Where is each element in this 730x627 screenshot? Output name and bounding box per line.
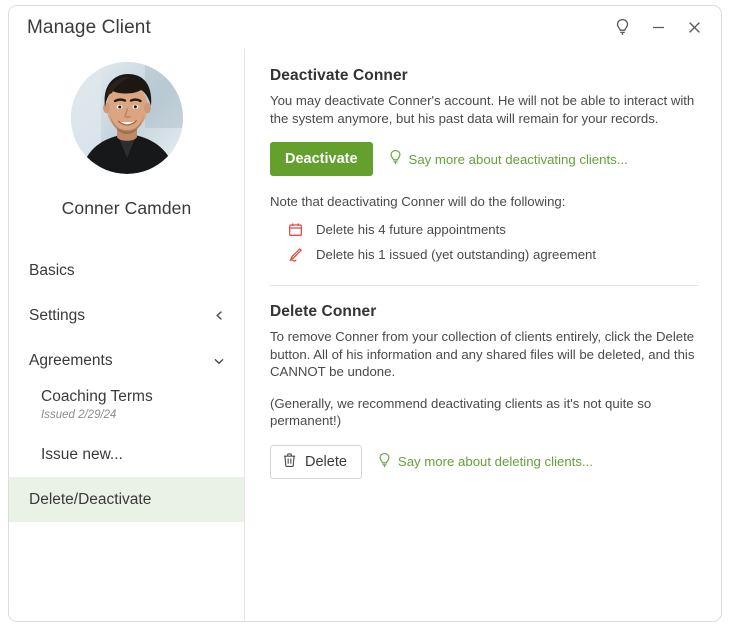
- sidebar-item-label: Settings: [29, 306, 86, 324]
- delete-description: To remove Conner from your collection of…: [270, 329, 695, 379]
- sidebar-item-label: Issue new...: [41, 446, 123, 463]
- sidebar-item-label: Delete/Deactivate: [29, 490, 152, 508]
- content-panel: Deactivate Conner You may deactivate Con…: [245, 49, 721, 621]
- deactivate-hint-link[interactable]: Say more about deactivating clients...: [388, 149, 628, 169]
- effect-text: Delete his 4 future appointments: [316, 222, 506, 237]
- client-identity: Conner Camden: [9, 49, 244, 219]
- sidebar-item-agreements[interactable]: Agreements: [9, 338, 244, 383]
- delete-section: Delete Conner To remove Conner from your…: [245, 286, 721, 479]
- window-title: Manage Client: [27, 16, 151, 38]
- sidebar-nav: Basics Settings Agreements Coaching Term…: [9, 248, 244, 522]
- sidebar: Conner Camden Basics Settings Agreements: [9, 49, 245, 621]
- lightbulb-icon: [377, 452, 392, 472]
- effect-text: Delete his 1 issued (yet outstanding) ag…: [316, 247, 597, 262]
- lightbulb-icon: [388, 149, 403, 169]
- calendar-icon: [287, 222, 304, 237]
- close-icon[interactable]: [677, 13, 711, 43]
- deactivate-actions: Deactivate Say more about deactivating c…: [270, 142, 699, 176]
- sidebar-item-label: Agreements: [29, 351, 113, 369]
- chevron-left-icon: [213, 309, 226, 322]
- list-item: Delete his 1 issued (yet outstanding) ag…: [270, 242, 699, 267]
- signature-pen-icon: [287, 247, 304, 262]
- window-body: Conner Camden Basics Settings Agreements: [9, 49, 721, 621]
- deactivate-heading: Deactivate Conner: [270, 67, 408, 84]
- delete-button-label: Delete: [305, 453, 347, 470]
- delete-actions: Delete Say more about deleting clients..…: [270, 444, 699, 479]
- agreement-issued-date: Issued 2/29/24: [41, 409, 117, 421]
- sidebar-item-settings[interactable]: Settings: [9, 293, 244, 338]
- sidebar-item-delete-deactivate[interactable]: Delete/Deactivate: [9, 477, 244, 522]
- delete-recommendation: (Generally, we recommend deactivating cl…: [270, 395, 652, 429]
- title-bar: Manage Client: [9, 6, 721, 49]
- deactivate-note-label: Note that deactivating Conner will do th…: [270, 194, 566, 209]
- delete-hint-label: Say more about deleting clients...: [397, 454, 593, 469]
- agreement-title: Coaching Terms: [41, 388, 153, 405]
- delete-button[interactable]: Delete: [270, 444, 362, 479]
- deactivate-section: Deactivate Conner You may deactivate Con…: [245, 49, 721, 286]
- tips-lightbulb-icon[interactable]: [605, 13, 639, 43]
- delete-hint-link[interactable]: Say more about deleting clients...: [377, 452, 593, 472]
- list-item: Delete his 4 future appointments: [270, 217, 699, 242]
- sidebar-item-coaching-terms[interactable]: Coaching Terms Issued 2/29/24: [9, 383, 244, 433]
- sidebar-item-label: Basics: [29, 261, 75, 279]
- chevron-down-icon: [212, 354, 226, 368]
- sidebar-item-issue-new[interactable]: Issue new...: [9, 433, 244, 477]
- manage-client-window: Manage Client Conner Camden Basics Setti…: [8, 5, 722, 622]
- deactivate-button[interactable]: Deactivate: [270, 142, 373, 176]
- window-controls: [605, 13, 711, 43]
- avatar: [70, 62, 183, 174]
- client-name: Conner Camden: [61, 198, 192, 218]
- deactivate-effects-list: Delete his 4 future appointments Delete …: [270, 217, 699, 267]
- sidebar-item-basics[interactable]: Basics: [9, 248, 244, 293]
- delete-heading: Delete Conner: [270, 303, 377, 320]
- minimize-icon[interactable]: [641, 13, 675, 43]
- trash-icon: [282, 452, 297, 472]
- deactivate-hint-label: Say more about deactivating clients...: [408, 151, 628, 167]
- deactivate-description: You may deactivate Conner's account. He …: [270, 93, 695, 126]
